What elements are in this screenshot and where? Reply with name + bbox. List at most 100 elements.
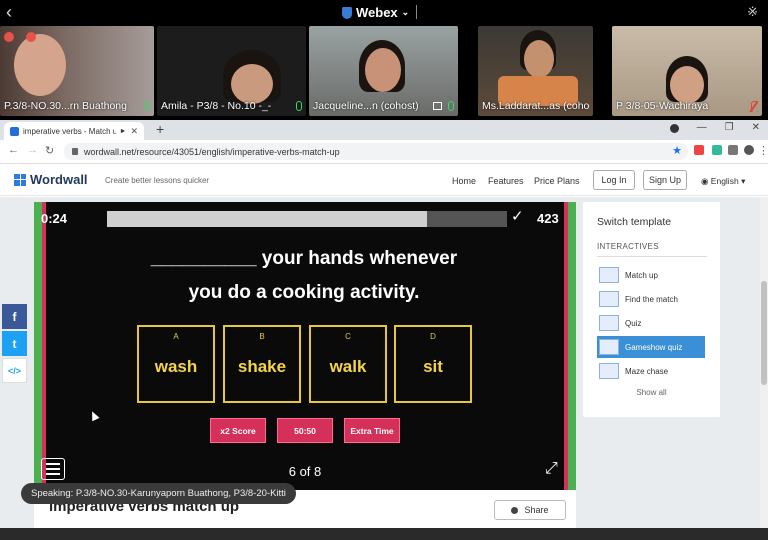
webex-title[interactable]: Webex ⌄ <box>342 5 409 20</box>
window-controls: — ❐ ✕ <box>669 122 760 133</box>
question-counter: 6 of 8 <box>288 464 322 479</box>
answer-option-c[interactable]: C walk <box>309 325 387 403</box>
participant-name: Ms.Laddarat...as (cohost) <box>482 100 589 112</box>
scrollbar[interactable] <box>760 197 768 540</box>
participant-name-row: P.3/8-NO.30...rn Buathong <box>4 100 150 112</box>
close-icon[interactable] <box>4 32 14 42</box>
twitter-share-icon[interactable]: t <box>2 331 27 356</box>
bottom-bar <box>0 528 768 540</box>
back-chevron-icon[interactable]: ‹ <box>6 2 12 23</box>
right-rail-accent <box>564 202 568 490</box>
login-button[interactable]: Log In <box>593 170 635 190</box>
language-label: English <box>710 176 739 186</box>
minimize-icon[interactable] <box>26 32 36 42</box>
question-text: __________ your hands whenever you do a … <box>150 248 458 303</box>
fifty-fifty-powerup-button[interactable]: 50:50 <box>277 418 333 443</box>
option-letter: A <box>173 332 179 341</box>
screen: ‹ Webex ⌄ ※ P.3/8-NO.30...rn Buathong Am… <box>0 0 768 540</box>
template-quiz[interactable]: Quiz <box>597 312 705 334</box>
puzzle-extensions-icon[interactable] <box>728 145 738 155</box>
option-letter: C <box>345 332 351 341</box>
template-gameshow-quiz[interactable]: Gameshow quiz <box>597 336 705 358</box>
avatar[interactable] <box>744 145 754 155</box>
nav-home[interactable]: Home <box>452 176 476 186</box>
match-up-icon <box>599 267 619 283</box>
timer: 0:24 <box>41 211 68 226</box>
answer-option-d[interactable]: D sit <box>394 325 472 403</box>
left-rail <box>34 202 42 490</box>
participant-name: P.3/8-NO.30...rn Buathong <box>4 100 127 112</box>
speaker-icon: ► <box>119 127 127 135</box>
wordwall-header: Wordwall Create better lessons quicker H… <box>0 164 768 196</box>
template-match-up[interactable]: Match up <box>597 264 705 286</box>
hamburger-menu-icon[interactable] <box>41 458 65 480</box>
switch-template-panel: Switch template INTERACTIVES Match up Fi… <box>583 202 720 417</box>
back-arrow-icon[interactable]: ← <box>8 144 19 156</box>
wordwall-logo-icon <box>14 173 26 186</box>
nav-price-plans[interactable]: Price Plans <box>534 176 580 186</box>
template-label: Maze chase <box>625 366 669 376</box>
answer-option-b[interactable]: B shake <box>223 325 301 403</box>
participant-face <box>670 66 704 104</box>
participant-name-row: P 3/8-05-Wachiraya <box>616 100 758 112</box>
language-selector[interactable]: ◉ English ▾ <box>701 176 745 187</box>
new-tab-icon[interactable]: + <box>156 121 164 137</box>
x2-score-powerup-button[interactable]: x2 Score <box>210 418 266 443</box>
profile-icon[interactable] <box>669 124 679 133</box>
participant-tile[interactable]: P 3/8-05-Wachiraya <box>612 26 762 116</box>
extension-icon[interactable] <box>694 145 704 155</box>
participant-tile[interactable]: Jacqueline...n (cohost) <box>309 26 458 116</box>
webex-top-bar: ‹ Webex ⌄ ※ <box>0 0 768 26</box>
participant-tile[interactable]: Amila - P3/8 - No.10 -_- <box>157 26 306 116</box>
find-the-match-icon <box>599 291 619 307</box>
address-bar: ← → ↻ wordwall.net/resource/43051/englis… <box>0 140 768 164</box>
facebook-share-icon[interactable]: f <box>2 304 27 329</box>
tagline: Create better lessons quicker <box>105 176 210 185</box>
person-icon <box>511 506 519 514</box>
template-find-the-match[interactable]: Find the match <box>597 288 705 310</box>
maze-chase-icon <box>599 363 619 379</box>
restore-window-icon[interactable]: ❐ <box>725 122 734 133</box>
participant-tile[interactable]: Ms.Laddarat...as (cohost) <box>478 26 593 116</box>
signup-button[interactable]: Sign Up <box>643 170 687 190</box>
minimize-window-icon[interactable]: — <box>697 122 707 133</box>
scrollbar-thumb[interactable] <box>761 281 767 385</box>
score: 423 <box>537 211 559 226</box>
participant-name: Jacqueline...n (cohost) <box>313 100 419 112</box>
template-label: Quiz <box>625 318 642 328</box>
globe-icon: ◉ <box>701 176 709 186</box>
option-text: walk <box>329 357 367 376</box>
participant-face <box>231 64 273 104</box>
gameshow-quiz-icon <box>599 339 619 355</box>
fullscreen-icon[interactable]: ⤢ <box>545 460 567 482</box>
template-label: Gameshow quiz <box>625 342 683 352</box>
answer-option-a[interactable]: A wash <box>137 325 215 403</box>
extra-time-powerup-button[interactable]: Extra Time <box>344 418 400 443</box>
wordwall-logo[interactable]: Wordwall <box>14 172 88 187</box>
participant-name-row: Ms.Laddarat...as (cohost) <box>482 100 589 112</box>
forward-arrow-icon[interactable]: → <box>27 144 38 156</box>
browser-tab[interactable]: imperative verbs - Match up ► ✕ <box>4 122 144 140</box>
time-progress-fill <box>107 211 427 227</box>
divider <box>416 5 417 19</box>
extension-icon[interactable] <box>712 145 722 155</box>
option-letter: B <box>259 332 265 341</box>
bookmark-star-icon[interactable]: ★ <box>672 144 682 157</box>
mic-muted-icon <box>750 100 758 112</box>
close-window-icon[interactable]: ✕ <box>752 122 760 133</box>
show-all-link[interactable]: Show all <box>583 388 720 397</box>
tab-bar: imperative verbs - Match up ► ✕ + — ❐ ✕ <box>0 120 768 140</box>
share-button[interactable]: Share <box>494 500 566 520</box>
more-menu-icon[interactable]: ⋮ <box>758 144 768 157</box>
participant-tile[interactable]: P.3/8-NO.30...rn Buathong <box>0 26 154 116</box>
embed-code-icon[interactable]: </> <box>2 358 27 383</box>
nav-features[interactable]: Features <box>488 176 524 186</box>
mic-on-icon <box>144 101 150 111</box>
url-field[interactable]: wordwall.net/resource/43051/english/impe… <box>64 143 688 160</box>
option-letter: D <box>430 332 436 341</box>
quiz-icon <box>599 315 619 331</box>
reload-icon[interactable]: ↻ <box>45 144 54 157</box>
webex-title-label: Webex <box>356 5 398 20</box>
close-tab-icon[interactable]: ✕ <box>130 126 138 137</box>
template-maze-chase[interactable]: Maze chase <box>597 360 705 382</box>
